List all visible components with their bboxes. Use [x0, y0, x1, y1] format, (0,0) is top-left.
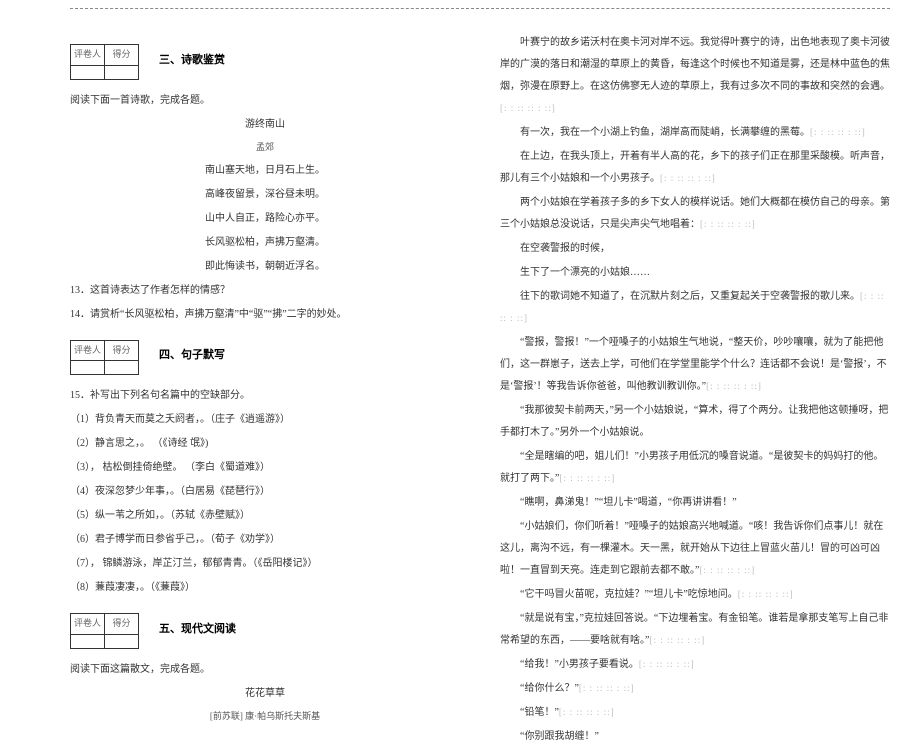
prose-text: “小姑娘们，你们听着！”哑嗓子的姑娘高兴地喊道。“咳！我告诉你们点事儿！就在这儿…: [500, 521, 883, 576]
prose-text: “你别跟我胡缠！”: [520, 731, 599, 742]
prose-para: 叶赛宁的故乡诺沃村在奥卡河对岸不远。我觉得叶赛宁的诗，出色地表现了奥卡河彼岸的广…: [500, 32, 890, 120]
score-label: 得分: [105, 340, 139, 361]
prose-text: “我那彼契卡前两天，”另一个小姑娘说，“算术，得了个两分。让我把他这顿捶呀，把手…: [500, 405, 888, 438]
page-top-rule: [70, 8, 890, 9]
left-column: 评卷人 得分 三、诗歌鉴赏 阅读下面一首诗歌，完成各题。 游终南山 孟郊 南山塞…: [70, 30, 460, 651]
poem-line: 高峰夜留景，深谷昼未明。: [70, 184, 460, 206]
q15-item: （2）静言思之，。 （《诗经 氓》): [70, 433, 460, 455]
prose-text: 叶赛宁的故乡诺沃村在奥卡河对岸不远。我觉得叶赛宁的诗，出色地表现了奥卡河彼岸的广…: [500, 37, 890, 92]
grader-cell: [71, 361, 105, 375]
grader-label: 评卷人: [71, 614, 105, 635]
prose-text: “给你什么？”: [520, 683, 579, 694]
score-cell: [105, 65, 139, 79]
prose-para: “小姑娘们，你们听着！”哑嗓子的姑娘高兴地喊道。“咳！我告诉你们点事儿！就在这儿…: [500, 516, 890, 582]
prose-para: 有一次，我在一个小湖上钓鱼，湖岸高而陡峭，长满攀缠的黑莓。[: : :: :: …: [500, 122, 890, 144]
grader-label: 评卷人: [71, 45, 105, 66]
corner-mark: [: : :: :: : ::]: [559, 473, 615, 483]
prose-author: [前苏联] 康·帕乌斯托夫斯基: [70, 707, 460, 727]
poem-instruction: 阅读下面一首诗歌，完成各题。: [70, 90, 460, 112]
prose-text: “全是瞎编的吧，姐儿们！”小男孩子用低沉的嗓音说道。“是彼契卡的妈妈打的他。就打…: [500, 451, 883, 484]
prose-text: 两个小姑娘在学着孩子多的乡下女人的模样说话。她们大概都在模仿自己的母亲。第三个小…: [500, 197, 890, 230]
poem-title: 游终南山: [70, 114, 460, 136]
prose-para: “瞧啊，鼻涕鬼！”“坦儿卡”喝道，“你再讲讲看！”: [500, 492, 890, 514]
prose-para: “给你什么？”[: : :: :: : ::]: [500, 678, 890, 700]
poem-line: 长风驱松柏，声拂万壑清。: [70, 232, 460, 254]
prose-para: “它干吗冒火苗呢，克拉娃？”“坦儿卡”吃惊地问。[: : :: :: : ::]: [500, 584, 890, 606]
corner-mark: [: : :: :: : ::]: [579, 683, 635, 693]
prose-para: “我那彼契卡前两天，”另一个小姑娘说，“算术，得了个两分。让我把他这顿捶呀，把手…: [500, 400, 890, 444]
question-13: 13．这首诗表达了作者怎样的情感？: [70, 280, 460, 302]
score-label: 得分: [105, 614, 139, 635]
prose-para: 在空袭警报的时候，: [500, 238, 890, 260]
q15-item: （8）蒹葭凄凄，。（《蒹葭》）: [70, 577, 460, 599]
corner-mark: [: : :: :: : ::]: [706, 381, 762, 391]
poem-author: 孟郊: [70, 138, 460, 158]
score-box-3: 评卷人 得分: [70, 44, 139, 80]
prose-para: “警报，警报！”一个哑嗓子的小姑娘生气地说，“整天价，吵吵嚷嚷，就为了能把他们，…: [500, 332, 890, 398]
score-cell: [105, 635, 139, 649]
corner-mark: [: : :: :: : ::]: [660, 173, 716, 183]
score-box-5: 评卷人 得分: [70, 613, 139, 649]
score-box-4: 评卷人 得分: [70, 340, 139, 376]
prose-text: “铅笔！”: [520, 707, 559, 718]
corner-mark: [: : :: :: : ::]: [500, 103, 556, 113]
prose-para: “全是瞎编的吧，姐儿们！”小男孩子用低沉的嗓音说道。“是彼契卡的妈妈打的他。就打…: [500, 446, 890, 490]
prose-para: “铅笔！”[: : :: :: : ::]: [500, 702, 890, 724]
poem-line: 即此悔读书，朝朝近浮名。: [70, 256, 460, 278]
corner-mark: [: : :: :: : ::]: [639, 659, 695, 669]
question-14: 14．请赏析“长风驱松柏，声拂万壑清”中“驱”“拂”二字的妙处。: [70, 304, 460, 326]
prose-text: 往下的歌词她不知道了，在沉默片刻之后，又重复起关于空袭警报的歌儿来。: [520, 291, 860, 302]
prose-para: 生下了一个漂亮的小姑娘……: [500, 262, 890, 284]
prose-para: 在上边，在我头顶上，开着有半人高的花，乡下的孩子们正在那里采酸模。听声音，那儿有…: [500, 146, 890, 190]
q15-item: （1）背负青天而莫之夭阏者，。（庄子《逍遥游》）: [70, 409, 460, 431]
corner-mark: [: : :: :: : ::]: [699, 565, 755, 575]
section-3-title: 三、诗歌鉴赏: [159, 48, 225, 72]
section-5-title: 五、现代文阅读: [159, 617, 236, 641]
prose-text: “瞧啊，鼻涕鬼！”“坦儿卡”喝道，“你再讲讲看！”: [520, 497, 737, 508]
grader-cell: [71, 635, 105, 649]
score-cell: [105, 361, 139, 375]
corner-mark: [: : :: :: : ::]: [810, 127, 866, 137]
grader-cell: [71, 65, 105, 79]
poem-line: 山中人自正，路险心亦平。: [70, 208, 460, 230]
prose-text: “警报，警报！”一个哑嗓子的小姑娘生气地说，“整天价，吵吵嚷嚷，就为了能把他们，…: [500, 337, 887, 392]
section-4-header: 评卷人 得分 四、句子默写: [70, 332, 460, 380]
page-columns: 评卷人 得分 三、诗歌鉴赏 阅读下面一首诗歌，完成各题。 游终南山 孟郊 南山塞…: [0, 0, 920, 651]
prose-para: “你别跟我胡缠！”: [500, 726, 890, 748]
section-4-title: 四、句子默写: [159, 343, 225, 367]
prose-para: 往下的歌词她不知道了，在沉默片刻之后，又重复起关于空袭警报的歌儿来。[: : :…: [500, 286, 890, 330]
grader-label: 评卷人: [71, 340, 105, 361]
corner-mark: [: : :: :: : ::]: [738, 589, 794, 599]
q15-item: （7）， 锦鳞游泳，岸芷汀兰，郁郁青青。（《岳阳楼记》）: [70, 553, 460, 575]
prose-text: “它干吗冒火苗呢，克拉娃？”“坦儿卡”吃惊地问。: [520, 589, 738, 600]
prose-instruction: 阅读下面这篇散文，完成各题。: [70, 659, 460, 681]
section-5-header: 评卷人 得分 五、现代文阅读: [70, 605, 460, 653]
prose-title: 花花草草: [70, 683, 460, 705]
poem-line: 南山塞天地，日月石上生。: [70, 160, 460, 182]
q15-item: （6）君子博学而日参省乎己，。（荀子《劝学》）: [70, 529, 460, 551]
prose-text: “给我！”小男孩子要看说。: [520, 659, 639, 670]
question-15-intro: 15．补写出下列名句名篇中的空缺部分。: [70, 385, 460, 407]
prose-para: 两个小姑娘在学着孩子多的乡下女人的模样说话。她们大概都在模仿自己的母亲。第三个小…: [500, 192, 890, 236]
q15-item: （5）纵一苇之所如，。（苏轼《赤壁赋》）: [70, 505, 460, 527]
corner-mark: [: : :: :: : ::]: [559, 707, 615, 717]
prose-text: 有一次，我在一个小湖上钓鱼，湖岸高而陡峭，长满攀缠的黑莓。: [520, 127, 810, 138]
corner-mark: [: : :: :: : ::]: [700, 219, 756, 229]
prose-para: “给我！”小男孩子要看说。[: : :: :: : ::]: [500, 654, 890, 676]
q15-item: （3）， 枯松倒挂倚绝壁。 （李白《蜀道难》）: [70, 457, 460, 479]
q15-item: （4）夜深忽梦少年事，。（白居易《琵琶行》）: [70, 481, 460, 503]
section-3-header: 评卷人 得分 三、诗歌鉴赏: [70, 36, 460, 84]
score-label: 得分: [105, 45, 139, 66]
prose-para: “就是说有宝，”克拉娃回答说。“下边埋着宝。有金铅笔。谁若是拿那支笔写上自己非常…: [500, 608, 890, 652]
corner-mark: [: : :: :: : ::]: [649, 635, 705, 645]
right-column: 叶赛宁的故乡诺沃村在奥卡河对岸不远。我觉得叶赛宁的诗，出色地表现了奥卡河彼岸的广…: [500, 30, 890, 651]
